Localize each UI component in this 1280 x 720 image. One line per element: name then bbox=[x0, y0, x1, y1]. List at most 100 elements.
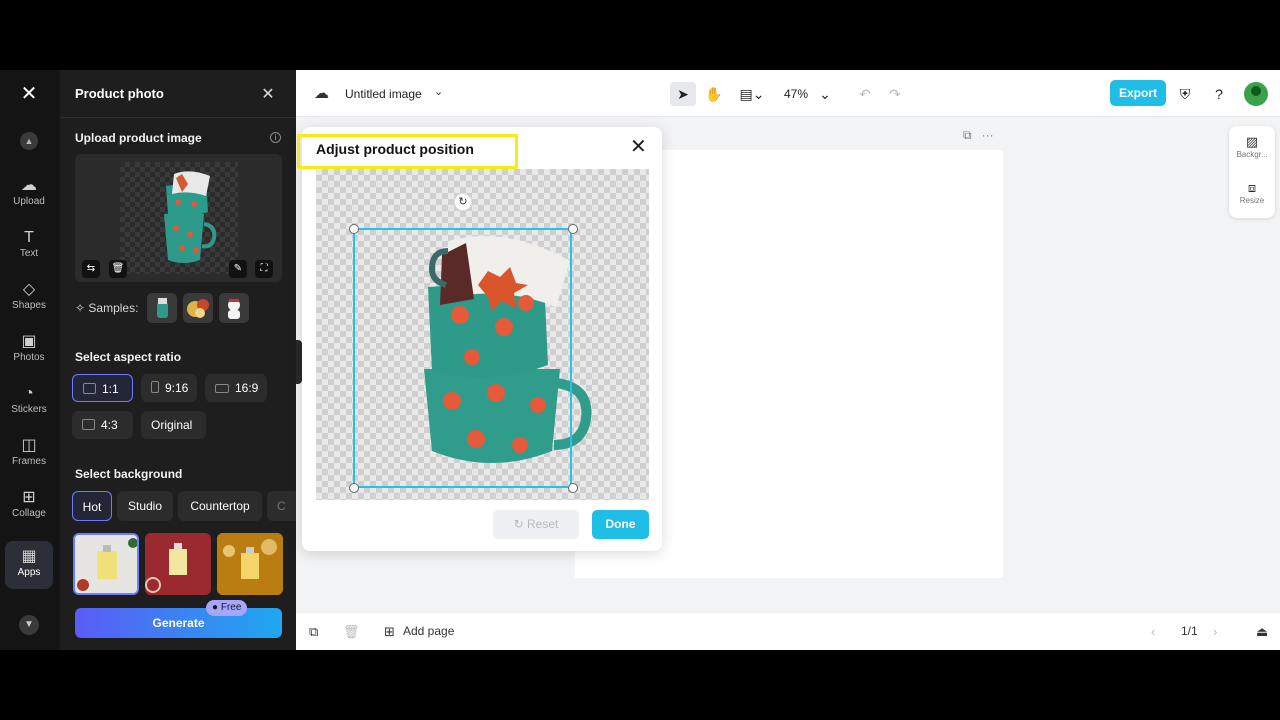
help-icon[interactable]: ? bbox=[1206, 82, 1232, 106]
copy-icon[interactable]: ⧉ bbox=[309, 624, 318, 640]
background-label: Select background bbox=[75, 467, 183, 481]
add-page-icon[interactable]: ⊞ bbox=[384, 624, 395, 640]
edit-icon[interactable]: ✎ bbox=[229, 260, 247, 278]
aspect-label: 9:16 bbox=[165, 381, 189, 395]
aspect-label: Original bbox=[151, 418, 193, 432]
rail-item-shapes[interactable]: ◇ Shapes bbox=[0, 280, 58, 324]
chevron-up-icon[interactable]: ▲ bbox=[20, 132, 38, 150]
upload-preview[interactable]: ⇆ 🗑 ✎ ⛶ bbox=[75, 154, 282, 282]
capcut-logo-icon[interactable]: ✕ bbox=[17, 84, 41, 104]
rail-item-label: Frames bbox=[12, 456, 46, 467]
sample-food[interactable] bbox=[183, 293, 213, 323]
duplicate-page-icon[interactable]: ⧉ bbox=[963, 128, 972, 142]
background-thumb-1[interactable] bbox=[73, 533, 139, 595]
rail-item-label: Apps bbox=[17, 567, 41, 578]
undo-icon[interactable]: ↶ bbox=[852, 82, 878, 106]
sample-cups[interactable] bbox=[147, 293, 177, 323]
export-button[interactable]: Export bbox=[1110, 80, 1166, 106]
rail-item-stickers[interactable]: ◔ Stickers bbox=[0, 384, 58, 428]
free-badge: ● Free bbox=[206, 600, 248, 616]
title-highlight-annotation bbox=[297, 134, 518, 169]
bg-tag-countertop[interactable]: Countertop bbox=[178, 491, 262, 521]
redo-icon[interactable]: ↷ bbox=[882, 82, 908, 106]
document-title[interactable]: Untitled image bbox=[345, 87, 422, 101]
trash-icon[interactable]: 🗑 bbox=[109, 260, 127, 278]
aspect-original[interactable]: Original bbox=[141, 411, 206, 439]
layout-icon[interactable]: ▤⌄ bbox=[736, 82, 768, 106]
rail-item-photos[interactable]: ▣ Photos bbox=[0, 332, 58, 376]
panel-title: Product photo bbox=[75, 86, 164, 101]
samples-label: ✧ Samples: bbox=[75, 301, 139, 315]
rail-item-text[interactable]: T Text bbox=[0, 228, 58, 272]
avatar[interactable] bbox=[1244, 82, 1268, 106]
shield-icon[interactable]: ⛨ bbox=[1172, 82, 1198, 106]
samples-text: Samples: bbox=[88, 301, 139, 315]
selection-frame[interactable] bbox=[353, 228, 572, 488]
text-icon: T bbox=[24, 229, 34, 246]
aspect-label: 1:1 bbox=[102, 382, 119, 396]
page-indicator: 1/1 bbox=[1181, 624, 1198, 638]
next-page-icon[interactable]: › bbox=[1213, 624, 1217, 639]
zoom-level[interactable]: 47% bbox=[784, 87, 808, 101]
chevron-down-icon[interactable]: ⌄ bbox=[434, 85, 443, 98]
aspect-16-9[interactable]: 16:9 bbox=[205, 374, 267, 402]
rail-item-collage[interactable]: ⊞ Collage bbox=[0, 488, 58, 532]
more-icon[interactable]: ··· bbox=[982, 128, 994, 142]
free-badge-text: Free bbox=[220, 602, 242, 613]
resize-handle-bottom-right[interactable] bbox=[568, 483, 578, 493]
background-thumb-2[interactable] bbox=[145, 533, 211, 595]
resize-handle-top-right[interactable] bbox=[568, 224, 578, 234]
add-page-button[interactable]: Add page bbox=[403, 624, 454, 638]
replace-icon[interactable]: ⇆ bbox=[82, 260, 100, 278]
rail-item-frames[interactable]: ◫ Frames bbox=[0, 436, 58, 480]
rail-item-label: Text bbox=[19, 248, 39, 259]
product-stage[interactable]: ↻ bbox=[316, 169, 649, 500]
close-icon[interactable]: ✕ bbox=[260, 84, 276, 104]
divider bbox=[60, 117, 296, 118]
prev-page-icon[interactable]: ‹ bbox=[1151, 624, 1155, 639]
product-thumbnail bbox=[120, 162, 238, 274]
resize-handle-top-left[interactable] bbox=[349, 224, 359, 234]
info-icon[interactable]: i bbox=[270, 132, 281, 143]
generate-button[interactable]: Generate bbox=[75, 608, 282, 638]
background-tool-label: Backgr... bbox=[1236, 150, 1268, 159]
bottom-toolbar: ⧉ 🗑 ⊞ Add page ‹ 1/1 › ⏏ bbox=[296, 612, 1280, 650]
resize-handle-bottom-left[interactable] bbox=[349, 483, 359, 493]
cloud-upload-icon: ☁ bbox=[21, 177, 37, 194]
trash-icon[interactable]: 🗑 bbox=[343, 624, 360, 640]
sample-toy[interactable] bbox=[219, 293, 249, 323]
background-tool[interactable]: ▨ Backgr... bbox=[1229, 134, 1275, 159]
background-thumb-3[interactable] bbox=[217, 533, 283, 595]
bg-tag-studio[interactable]: Studio bbox=[117, 491, 173, 521]
aspect-9-16[interactable]: 9:16 bbox=[141, 374, 197, 402]
bg-tag-hot[interactable]: Hot bbox=[72, 491, 112, 521]
rail-item-label: Upload bbox=[13, 196, 45, 207]
rail-item-label: Stickers bbox=[11, 404, 47, 415]
landscape-icon bbox=[215, 384, 229, 393]
product-photo-panel: Product photo ✕ Upload product image i ⇆… bbox=[60, 70, 342, 650]
resize-icon: ⧈ bbox=[1247, 180, 1257, 195]
bg-tag-more[interactable]: C bbox=[267, 491, 296, 521]
photos-icon: ▣ bbox=[21, 333, 37, 350]
aspect-1-1[interactable]: 1:1 bbox=[72, 374, 133, 402]
zoom-chevron-icon[interactable]: ⌄ bbox=[812, 82, 838, 106]
resize-tool[interactable]: ⧈ Resize bbox=[1229, 180, 1275, 205]
done-button[interactable]: Done bbox=[592, 510, 649, 539]
rail-item-upload[interactable]: ☁ Upload bbox=[0, 176, 58, 220]
frames-icon: ◫ bbox=[21, 437, 37, 454]
background-icon: ▨ bbox=[1245, 134, 1259, 149]
reset-button[interactable]: ↻ Reset bbox=[493, 510, 579, 539]
stickers-icon: ◔ bbox=[24, 385, 34, 402]
portrait-icon bbox=[151, 381, 159, 393]
chevron-down-icon[interactable]: ▼ bbox=[19, 615, 39, 635]
hand-tool-icon[interactable]: ✋ bbox=[701, 82, 727, 106]
rail-item-apps[interactable]: ▦ Apps bbox=[5, 541, 53, 589]
cloud-icon[interactable]: ☁ bbox=[314, 84, 329, 102]
layers-icon[interactable]: ⏏ bbox=[1256, 624, 1268, 640]
rotate-icon[interactable]: ↻ bbox=[454, 193, 472, 211]
right-tools: ▨ Backgr... ⧈ Resize bbox=[1229, 126, 1275, 218]
aspect-4-3[interactable]: 4:3 bbox=[72, 411, 133, 439]
select-tool-icon[interactable]: ➤ bbox=[670, 82, 696, 106]
adjust-position-icon[interactable]: ⛶ bbox=[255, 260, 273, 278]
close-icon[interactable]: ✕ bbox=[630, 137, 647, 157]
